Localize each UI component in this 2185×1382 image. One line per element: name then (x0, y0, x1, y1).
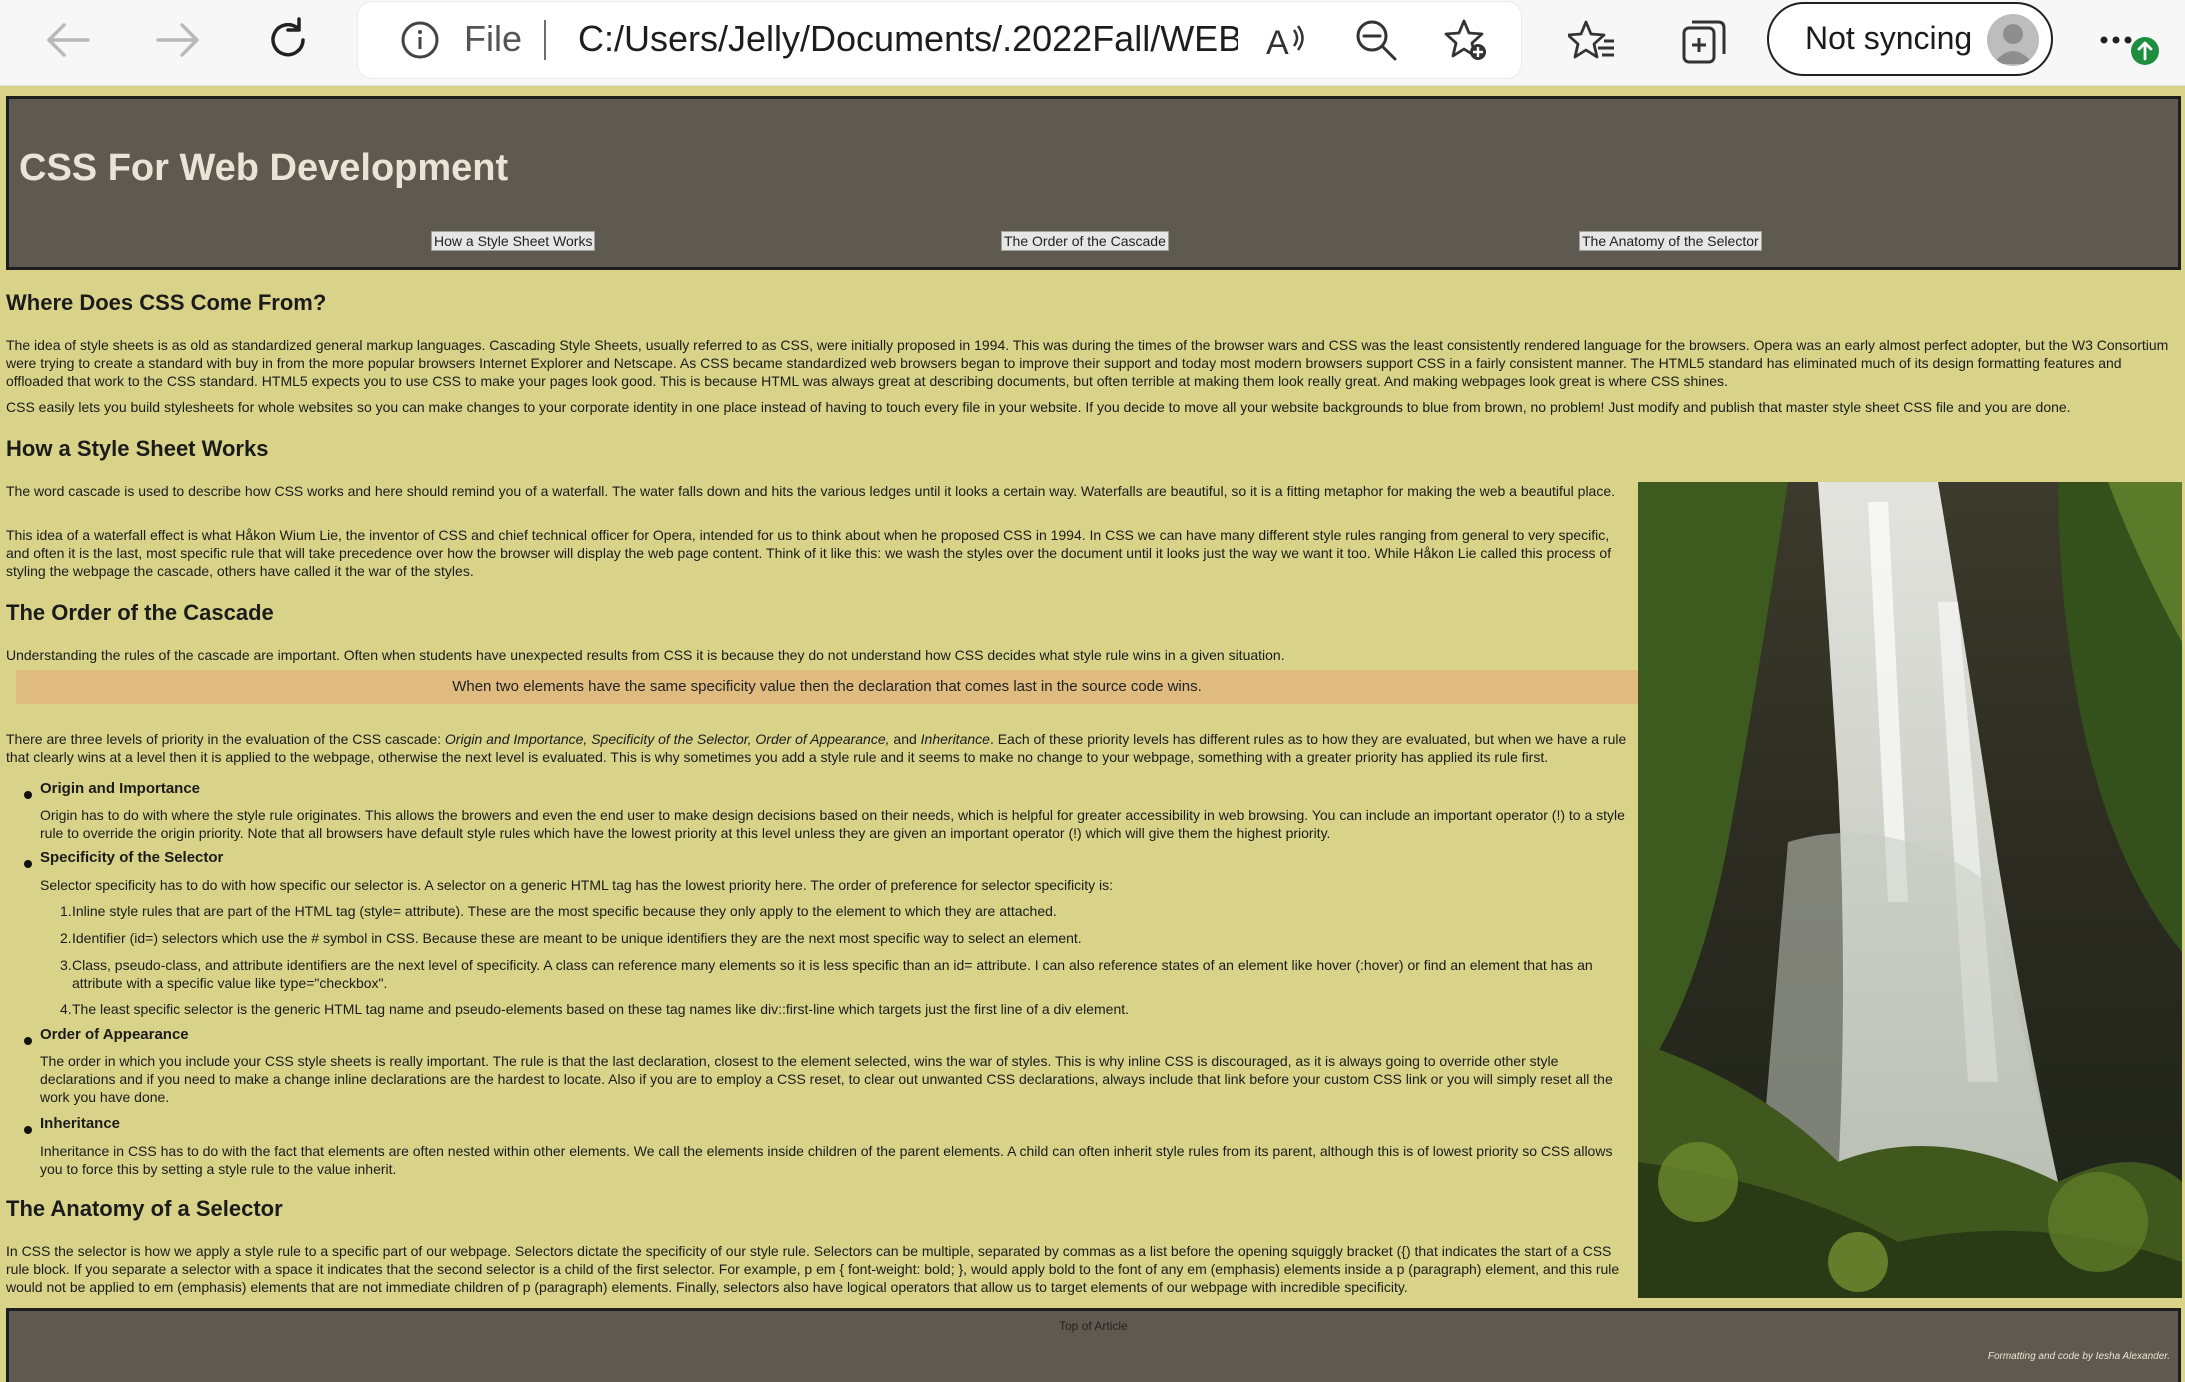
back-button[interactable] (38, 10, 98, 70)
profile-sync-button[interactable]: Not syncing (1767, 2, 2053, 76)
url-text[interactable]: C:/Users/Jelly/Documents/.2022Fall/WEB..… (578, 18, 1238, 60)
refresh-icon (271, 17, 305, 57)
nav-link-anatomy-of-selector[interactable]: The Anatomy of the Selector (1579, 231, 1762, 251)
top-of-article-link[interactable]: Top of Article (1059, 1319, 1128, 1333)
level-text-order-of-appearance: The order in which you include your CSS … (40, 1053, 1613, 1105)
bullet-icon (24, 791, 32, 799)
paragraph-anatomy-1: In CSS the selector is how we apply a st… (6, 1243, 1620, 1295)
callout-text: When two elements have the same specific… (452, 678, 1202, 695)
bullet-icon (24, 1037, 32, 1045)
level-title-origin: Origin and Importance (40, 780, 201, 797)
zoom-out-icon[interactable] (1354, 18, 1398, 62)
read-aloud-icon[interactable]: A (1264, 18, 1308, 62)
user-avatar-icon (1993, 24, 2033, 64)
refresh-button[interactable] (258, 10, 318, 70)
heading-where-css-comes-from: Where Does CSS Come From? (6, 290, 327, 315)
address-divider (544, 20, 546, 60)
level-title-order-of-appearance: Order of Appearance (40, 1026, 189, 1043)
waterfall-image (1638, 482, 2182, 1298)
priority-levels-emphasis: Origin and Importance, Specificity of th… (444, 731, 890, 747)
web-page: CSS For Web Development How a Style Shee… (0, 86, 2185, 1382)
site-header: CSS For Web Development How a Style Shee… (6, 96, 2181, 270)
list-number: 3. (60, 957, 72, 973)
level-text-origin: Origin has to do with where the style ru… (40, 807, 1625, 841)
bullet-icon (24, 1126, 32, 1134)
nav-link-how-style-sheet-works[interactable]: How a Style Sheet Works (431, 231, 596, 251)
heading-anatomy-of-selector: The Anatomy of a Selector (6, 1196, 283, 1221)
callout-box: When two elements have the same specific… (16, 670, 1638, 704)
info-icon[interactable] (400, 20, 440, 60)
forward-arrow-icon (156, 23, 199, 57)
paragraph-order-1: Understanding the rules of the cascade a… (6, 647, 1285, 663)
favorites-icon[interactable] (1568, 18, 1616, 66)
paragraph-order-2: There are three levels of priority in th… (6, 730, 1628, 766)
list-item: Class, pseudo-class, and attribute ident… (72, 957, 1593, 991)
paragraph-where-1: The idea of style sheets is as old as st… (6, 337, 2169, 389)
back-arrow-icon (47, 23, 90, 57)
level-text-inheritance: Inheritance in CSS has to do with the fa… (40, 1143, 1613, 1177)
paragraph-how-2: This idea of a waterfall effect is what … (6, 527, 1612, 579)
heading-how-style-sheet-works: How a Style Sheet Works (6, 436, 269, 461)
update-available-icon (2131, 37, 2159, 65)
settings-more-button[interactable] (2090, 10, 2160, 70)
list-item: The least specific selector is the gener… (72, 1001, 1130, 1017)
level-title-inheritance: Inheritance (40, 1115, 121, 1132)
paragraph-order-2-text: There are three levels of priority in th… (6, 731, 445, 747)
list-item: Inline style rules that are part of the … (72, 903, 1057, 919)
list-number: 1. (60, 903, 72, 919)
list-number: 4. (60, 1001, 72, 1017)
scheme-label: File (464, 18, 523, 59)
avatar (1987, 14, 2039, 66)
browser-toolbar: File C:/Users/Jelly/Documents/.2022Fall/… (0, 0, 2185, 86)
paragraph-how-1: The word cascade is used to describe how… (6, 483, 1616, 499)
heading-order-of-cascade: The Order of the Cascade (6, 600, 274, 625)
address-bar[interactable]: File C:/Users/Jelly/Documents/.2022Fall/… (358, 2, 1521, 78)
site-footer: Top of Article Formatting and code by Ie… (6, 1308, 2181, 1382)
forward-button[interactable] (148, 10, 208, 70)
svg-text:A: A (1266, 24, 1289, 62)
nav-link-order-of-cascade[interactable]: The Order of the Cascade (1001, 231, 1169, 251)
sync-status-label: Not syncing (1805, 20, 1973, 56)
paragraph-where-2: CSS easily lets you build stylesheets fo… (6, 399, 2071, 415)
level-text-specificity: Selector specificity has to do with how … (40, 877, 1114, 893)
page-title: CSS For Web Development (19, 147, 509, 189)
waterfall-photo-icon (1638, 482, 2182, 1298)
list-number: 2. (60, 930, 72, 946)
inheritance-emphasis: Inheritance (920, 731, 990, 747)
level-title-specificity: Specificity of the Selector (40, 849, 224, 866)
list-item: Identifier (id=) selectors which use the… (72, 930, 1082, 946)
collections-icon[interactable] (1680, 18, 1728, 66)
paragraph-order-2-and: and (889, 731, 921, 747)
bullet-icon (24, 860, 32, 868)
footer-credit: Formatting and code by Iesha Alexander. (1987, 1351, 2170, 1362)
add-favorite-icon[interactable] (1444, 18, 1488, 62)
